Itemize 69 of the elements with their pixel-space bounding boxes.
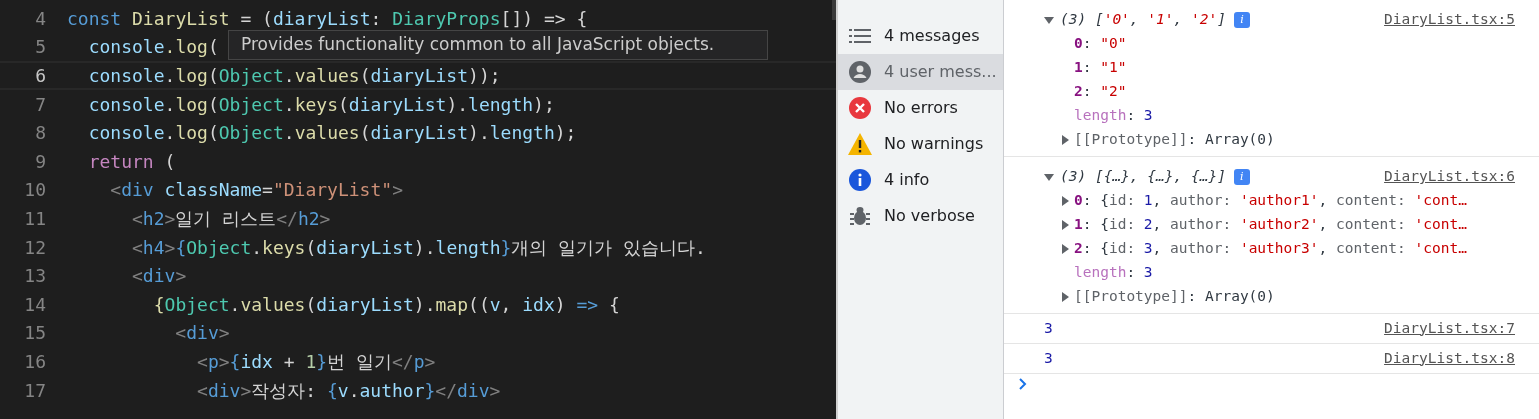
info-badge-icon: i [1233,169,1250,185]
line-number: 16 [23,349,46,374]
info-icon [849,169,871,191]
property-line: [[Prototype]]: Array(0) [1074,287,1275,307]
property-line: 0: "0" [1074,34,1127,54]
log-summary: (3) ['0', '1', '2'] [1060,10,1226,30]
property-line: length: 3 [1074,106,1153,126]
code-line: <h4>{Object.keys(diaryList).length}개의 일기가 있습니다. [131,235,706,260]
property-line: 2: "2" [1074,82,1127,102]
line-number: 11 [23,206,46,231]
collapse-triangle-icon[interactable] [1044,15,1054,25]
line-number: 13 [23,264,46,289]
expand-triangle-icon[interactable] [1060,244,1070,254]
source-link[interactable]: DiaryList.tsx:7 [1384,317,1515,340]
log-value: 3 [1044,318,1053,338]
filter-item[interactable]: 4 info [838,162,1003,198]
expand-triangle-icon[interactable] [1060,135,1070,145]
line-number: 6 [34,64,46,88]
line-number: 12 [23,235,46,260]
filter-item[interactable]: No verbose [838,198,1003,234]
property-line: 1: {id: 2, author: 'author2', content: 'cont… [1074,215,1467,235]
collapse-triangle-icon[interactable] [1044,172,1054,182]
code-line: <div> [174,321,230,346]
expand-triangle-icon[interactable] [1060,220,1070,230]
code-line: <p>{idx + 1}번 일기</p> [196,349,436,374]
code-line: const DiaryList = (diaryList: DiaryProps[]) => { [67,6,588,31]
line-number: 15 [23,321,46,346]
bug-icon [849,205,871,227]
line-number: 7 [34,92,46,117]
code-line: {Object.values(diaryList).map((v, idx) => { [152,292,620,317]
prompt-chevron-icon[interactable] [1018,378,1028,390]
expand-triangle-icon[interactable] [1060,196,1070,206]
log-value: 3 [1044,348,1053,368]
source-link[interactable]: DiaryList.tsx:5 [1384,9,1515,31]
error-icon [849,97,871,119]
code-line: <div>작성자: {v.author}</div> [196,378,501,403]
info-badge-icon: i [1233,12,1250,28]
line-number: 8 [34,121,46,146]
code-line: console.log(Object.values(diaryList)); [87,64,501,88]
hover-tooltip: Provides functionality common to all JavaScript objects. [228,30,768,60]
line-number: 9 [34,149,46,174]
property-line: 0: {id: 1, author: 'author1', content: 'cont… [1074,191,1467,211]
code-line: console.log(Object.values(diaryList).length); [87,121,577,146]
line-number: 10 [23,178,46,203]
expand-triangle-icon[interactable] [1060,292,1070,302]
line-number: 17 [23,378,46,403]
code-line: <div> [131,264,187,289]
line-number: 5 [34,35,46,60]
filter-item[interactable]: 4 user mess... [838,54,1003,90]
code-line: console.log(Object.keys(diaryList).length); [87,92,555,117]
list-icon [849,28,871,44]
property-line: [[Prototype]]: Array(0) [1074,130,1275,150]
line-number: 14 [23,292,46,317]
filter-item[interactable]: No warnings [838,126,1003,162]
source-link[interactable]: DiaryList.tsx:6 [1384,166,1515,188]
warning-icon [848,133,872,155]
user-icon [849,61,871,83]
filter-item[interactable]: 4 messages [838,18,1003,54]
property-line: 1: "1" [1074,58,1127,78]
code-line: console.log( [87,35,219,60]
property-line: 2: {id: 3, author: 'author3', content: 'cont… [1074,239,1467,259]
log-summary: (3) [{…}, {…}, {…}] [1060,167,1226,187]
property-line: length: 3 [1074,263,1153,283]
source-link[interactable]: DiaryList.tsx:8 [1384,347,1515,370]
filter-item[interactable]: No errors [838,90,1003,126]
code-line: <h2>일기 리스트</h2> [131,206,331,231]
line-number: 4 [34,6,46,31]
code-line: return ( [87,149,176,174]
code-line: <div className="DiaryList"> [109,178,403,203]
